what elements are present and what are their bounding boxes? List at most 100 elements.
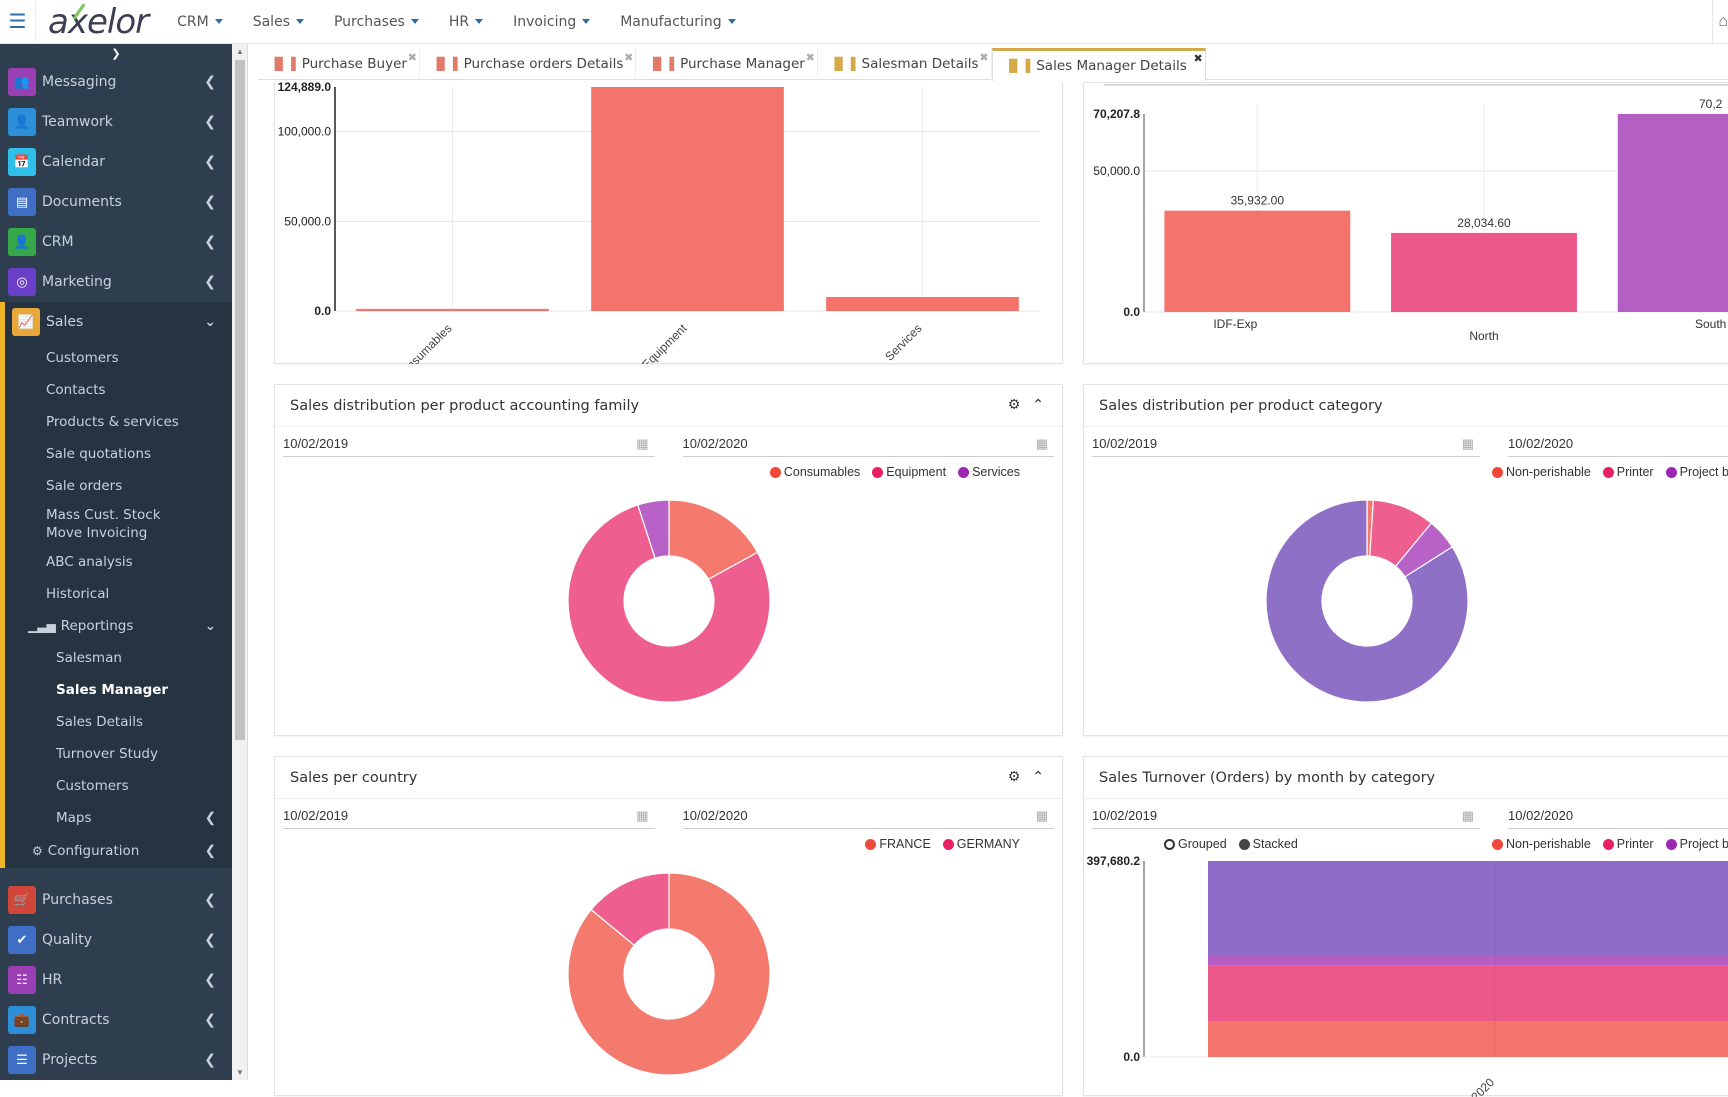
date-from-field[interactable]: 10/02/2019 ▦ [283,803,655,829]
topnav-invoicing[interactable]: Invoicing [498,14,605,30]
sidebar-item-configuration[interactable]: ⚙ Configuration ❮ [5,834,232,868]
date-from-field[interactable]: 10/02/2019 ▦ [1092,431,1480,457]
sidebar-report-item[interactable]: Maps ❮ [5,802,232,834]
mode-grouped-option[interactable]: Grouped [1164,837,1227,851]
legend-item[interactable]: Printer [1602,465,1654,479]
sidebar-scrollbar[interactable]: ▲ ▼ [232,44,248,1080]
stack-segment-non-perishable[interactable] [1208,1021,1728,1057]
tab-purchase-manager[interactable]: ▐▌▐ Purchase Manager ✖ [636,48,818,80]
sidebar-item-purchases[interactable]: 🛒 Purchases ❮ [0,880,232,920]
tab-salesman-details[interactable]: ▐▌▐ Salesman Details ✖ [818,48,992,80]
legend-dot [958,466,970,478]
bar-south[interactable] [1617,114,1728,312]
date-from-field[interactable]: 10/02/2019 ▦ [1092,803,1480,829]
calendar-icon[interactable]: ▦ [1036,436,1048,452]
tab-sales-manager-details[interactable]: ▐▌▐ Sales Manager Details ✖ [991,48,1206,81]
sidebar-item-contracts[interactable]: 💼 Contracts ❮ [0,1000,232,1040]
calendar-icon[interactable]: ▦ [1462,436,1474,452]
close-tab-icon[interactable]: ✖ [1194,52,1203,65]
topnav-hr[interactable]: HR [434,14,498,30]
legend-item[interactable]: Non-perishable [1492,837,1591,851]
legend-item[interactable]: Non-perishable [1492,465,1591,479]
sidebar-item-calendar[interactable]: 📅 Calendar ❮ [0,142,232,182]
stack-segment-project-b[interactable] [1208,955,1728,966]
legend-item[interactable]: Project b [1665,465,1728,479]
sidebar-item-sales[interactable]: 📈 Sales ⌄ [5,302,232,342]
tab-purchase-orders-details[interactable]: ▐▌▐ Purchase orders Details ✖ [420,48,637,80]
sidebar-report-item[interactable]: Sales Details [5,706,232,738]
sidebar-item-messaging[interactable]: 👥 Messaging ❮ [0,62,232,102]
date-to-field[interactable]: 10/02/2020▦ [1508,803,1728,829]
calendar-icon[interactable]: ▦ [636,808,648,824]
legend-item[interactable]: Project b [1665,837,1728,851]
close-tab-icon[interactable]: ✖ [806,51,815,64]
sidebar-item-documents[interactable]: ▤ Documents ❮ [0,182,232,222]
sidebar-item-crm[interactable]: 👤 CRM ❮ [0,222,232,262]
sidebar-report-item[interactable]: Customers [5,770,232,802]
tab-label: Purchase orders Details [463,56,624,72]
scroll-up-arrow[interactable]: ▲ [236,47,244,56]
sidebar-report-item[interactable]: Salesman [5,642,232,674]
chevron-up-icon[interactable]: ⌃ [1032,769,1044,785]
sidebar-item-projects[interactable]: ☰ Projects ❮ [0,1040,232,1080]
bar-consumables[interactable] [356,308,549,311]
legend-item[interactable]: Printer [1602,837,1654,851]
sidebar-subitem[interactable]: ABC analysis [5,546,232,578]
chevron-up-icon[interactable]: ⌃ [1032,397,1044,413]
bar-north[interactable] [1391,232,1577,312]
sidebar-subitem[interactable]: Contacts [5,374,232,406]
close-tab-icon[interactable]: ✖ [624,51,633,64]
date-from-field[interactable]: 10/02/2019 ▦ [283,431,655,457]
stack-segment-other[interactable] [1208,861,1728,956]
sidebar-item-marketing[interactable]: ◎ Marketing ❮ [0,262,232,302]
chevron-down-icon: ⌄ [204,618,216,634]
legend-item[interactable]: Consumables [769,465,860,479]
bar-idf-exp[interactable] [1164,210,1351,312]
scrollbar-thumb[interactable] [235,60,245,740]
sidebar-subitem[interactable]: Products & services [5,406,232,438]
tab-purchase-buyer[interactable]: ▐▌▐ Purchase Buyer ✖ [258,48,420,80]
sidebar-subitem[interactable]: Sale quotations [5,438,232,470]
sidebar-subitem[interactable]: Mass Cust. Stock Move Invoicing [5,502,232,546]
topnav-purchases[interactable]: Purchases [319,14,434,30]
sidebar-item-hr[interactable]: ☷ HR ❮ [0,960,232,1000]
x-tick-label: Equipment [639,321,690,364]
legend-item[interactable]: GERMANY [942,837,1020,851]
sidebar-item-teamwork[interactable]: 👤 Teamwork ❮ [0,102,232,142]
topnav-manufacturing[interactable]: Manufacturing [605,14,750,30]
bar-services[interactable] [826,297,1019,311]
sidebar-report-item[interactable]: Turnover Study [5,738,232,770]
legend-label: Project b [1679,837,1728,851]
menu-toggle-button[interactable]: ☰ [0,0,36,44]
date-to-field[interactable]: 10/02/2020▦ [682,431,1054,457]
chevron-left-icon: ❮ [204,892,216,908]
sidebar-subitem[interactable]: Sale orders [5,470,232,502]
scroll-down-arrow[interactable]: ▼ [236,1068,244,1077]
close-tab-icon[interactable]: ✖ [408,51,417,64]
sidebar-collapse-toggle[interactable]: ❯ [0,44,232,62]
gear-icon[interactable]: ⚙ [1008,769,1021,785]
date-to-field[interactable]: 10/02/2020▦ [682,803,1054,829]
app-logo[interactable]: axelor [48,2,149,42]
topnav-sales[interactable]: Sales [238,14,319,30]
date-to-field[interactable]: 10/02/2020▦ [1508,431,1728,457]
topnav-crm[interactable]: CRM [162,14,238,30]
calendar-icon[interactable]: ▦ [1036,808,1048,824]
legend-item[interactable]: Services [958,465,1020,479]
close-tab-icon[interactable]: ✖ [979,51,988,64]
gear-icon[interactable]: ⚙ [1008,397,1021,413]
sidebar-subitem[interactable]: Customers [5,342,232,374]
sidebar-item-reportings[interactable]: ▁▃▅ Reportings ⌄ [5,610,232,642]
mode-stacked-option[interactable]: Stacked [1238,837,1298,851]
sidebar-item-quality[interactable]: ✔ Quality ❮ [0,920,232,960]
home-button[interactable]: ⌂ [1712,0,1728,44]
sidebar-report-item[interactable]: Sales Manager [5,674,232,706]
sidebar-subitem[interactable]: Historical [5,578,232,610]
bar-equipment[interactable] [591,87,784,311]
calendar-icon[interactable]: ▦ [1462,808,1474,824]
legend-item[interactable]: FRANCE [865,837,931,851]
calendar-icon[interactable]: ▦ [636,436,648,452]
legend-item[interactable]: Equipment [872,465,946,479]
family-bar-chart: 0.0 50,000.0 100,000.0 124,889.0 Consumables… [278,80,1040,383]
stack-segment-printer[interactable] [1208,965,1728,1022]
